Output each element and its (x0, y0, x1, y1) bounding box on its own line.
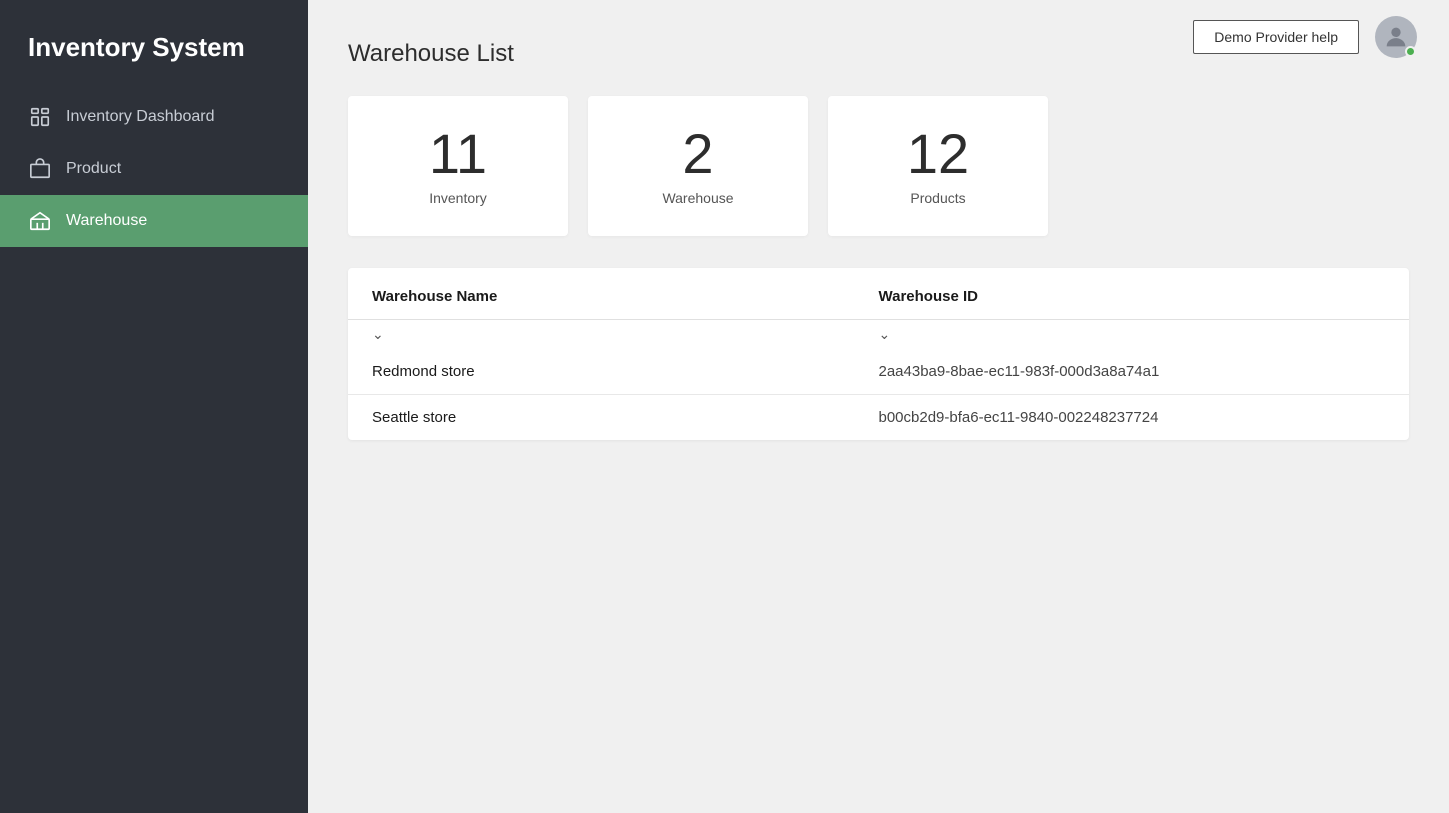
table-header: Warehouse Name Warehouse ID (348, 268, 1409, 320)
stat-card-products: 12 Products (828, 96, 1048, 236)
table-row: Seattle store b00cb2d9-bfa6-ec11-9840-00… (348, 395, 1409, 440)
table-row: ⌄ ⌄ Redmond store 2aa43ba9-8bae-ec11-983… (348, 320, 1409, 395)
dashboard-icon (28, 105, 52, 129)
avatar-online-dot (1405, 46, 1416, 57)
col-header-name: Warehouse Name (372, 288, 879, 305)
sidebar-nav: Inventory Dashboard Product Warehous (0, 91, 308, 247)
table-body: ⌄ ⌄ Redmond store 2aa43ba9-8bae-ec11-983… (348, 320, 1409, 440)
stat-card-inventory: 11 Inventory (348, 96, 568, 236)
page-title: Warehouse List (348, 40, 514, 68)
stat-label-inventory: Inventory (429, 190, 487, 206)
col-header-id: Warehouse ID (879, 288, 1386, 305)
stat-label-warehouse: Warehouse (662, 190, 733, 206)
sidebar: Inventory System Inventory Dashboard P (0, 0, 308, 813)
app-title: Inventory System (0, 0, 308, 91)
stat-number-products: 12 (907, 126, 969, 182)
sidebar-item-warehouse[interactable]: Warehouse (0, 195, 308, 247)
warehouse-id-1: 2aa43ba9-8bae-ec11-983f-000d3a8a74a1 (879, 363, 1386, 380)
data-row-1: Redmond store 2aa43ba9-8bae-ec11-983f-00… (348, 349, 1409, 394)
user-avatar[interactable] (1375, 16, 1417, 58)
help-button[interactable]: Demo Provider help (1193, 20, 1359, 54)
stat-label-products: Products (910, 190, 965, 206)
sidebar-item-dashboard[interactable]: Inventory Dashboard (0, 91, 308, 143)
sidebar-item-product[interactable]: Product (0, 143, 308, 195)
stat-number-inventory: 11 (429, 126, 487, 182)
warehouse-id-2: b00cb2d9-bfa6-ec11-9840-002248237724 (879, 409, 1386, 426)
sidebar-item-product-label: Product (66, 160, 121, 178)
sort-chevron-id-1[interactable]: ⌄ (879, 326, 1386, 343)
warehouse-table: Warehouse Name Warehouse ID ⌄ ⌄ Redmond … (348, 268, 1409, 440)
stat-card-warehouse: 2 Warehouse (588, 96, 808, 236)
sidebar-item-warehouse-label: Warehouse (66, 212, 147, 230)
warehouse-icon (28, 209, 52, 233)
product-icon (28, 157, 52, 181)
stat-number-warehouse: 2 (682, 126, 713, 182)
top-right-controls: Demo Provider help (1193, 16, 1417, 58)
warehouse-name-2[interactable]: Seattle store (372, 409, 879, 426)
sidebar-item-dashboard-label: Inventory Dashboard (66, 108, 215, 126)
data-row-2: Seattle store b00cb2d9-bfa6-ec11-9840-00… (348, 395, 1409, 440)
stats-row: 11 Inventory 2 Warehouse 12 Products (348, 96, 1409, 236)
sort-chevron-name-1[interactable]: ⌄ (372, 326, 879, 343)
main-content: Demo Provider help Warehouse List 11 Inv… (308, 0, 1449, 813)
warehouse-name-1[interactable]: Redmond store (372, 363, 879, 380)
sort-row-1: ⌄ ⌄ (348, 320, 1409, 349)
